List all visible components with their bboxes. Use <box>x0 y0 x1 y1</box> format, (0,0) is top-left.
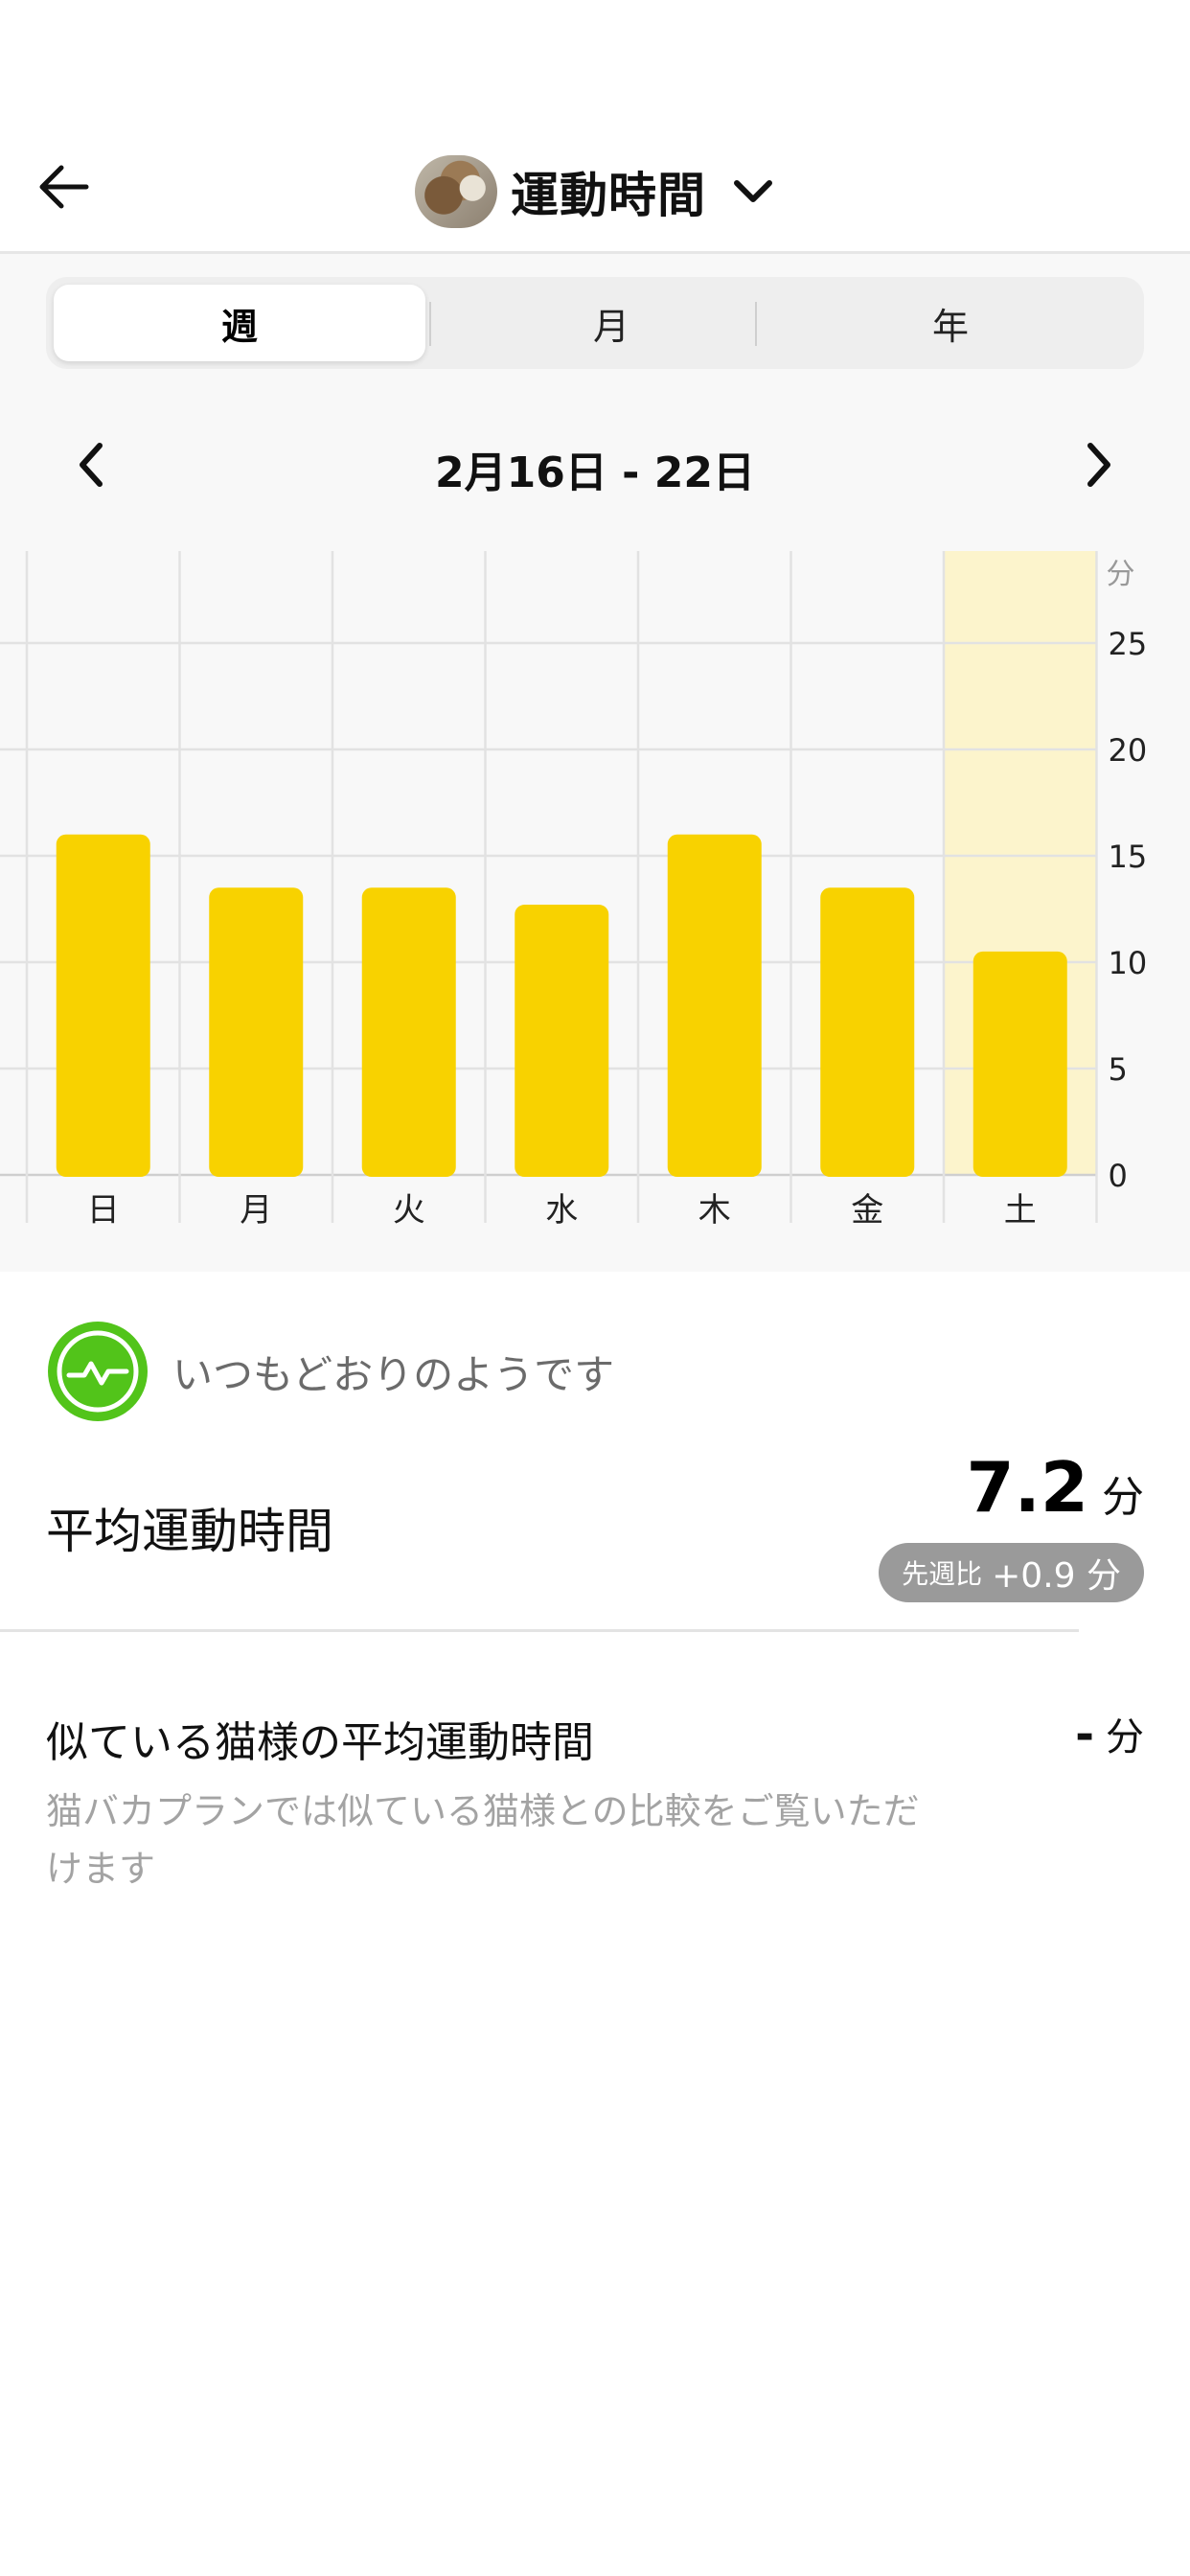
bar-1 <box>209 887 304 1177</box>
average-label: 平均運動時間 <box>46 1504 333 1559</box>
x-tick-label: 土 <box>1004 1191 1037 1230</box>
y-tick-label: 10 <box>1109 945 1148 981</box>
bar-6 <box>973 951 1067 1177</box>
similar-cats-note: 猫バカプランでは似ている猫様との比較をご覧いただけます <box>46 1790 920 1890</box>
period-segmented-control: 週 月 年 <box>46 277 1144 369</box>
y-unit-label: 分 <box>1107 558 1135 591</box>
x-tick-label: 水 <box>545 1191 578 1230</box>
tab-year[interactable]: 年 <box>757 277 1144 369</box>
cat-avatar <box>415 155 497 228</box>
bar-2 <box>361 887 456 1177</box>
average-number: 7.2 <box>966 1447 1088 1528</box>
similar-cats-value: - 分 <box>1075 1706 1144 1761</box>
similar-cats-label: 似ている猫様の平均運動時間 <box>46 1718 594 1767</box>
activity-pulse-icon <box>48 1322 148 1421</box>
x-tick-label: 木 <box>698 1191 731 1230</box>
y-tick-label: 0 <box>1109 1158 1128 1194</box>
compare-value: +0.9 分 <box>992 1556 1121 1596</box>
x-tick-label: 金 <box>851 1191 883 1230</box>
date-range-label: 2月16日 - 22日 <box>435 448 755 497</box>
x-tick-label: 日 <box>87 1191 120 1230</box>
bar-5 <box>820 887 915 1177</box>
tab-week[interactable]: 週 <box>54 285 425 361</box>
weekly-activity-chart: 日 月 火 水 木 金 土 0 5 10 15 20 25 分 <box>0 551 1148 1230</box>
status-row: いつもどおりのようです <box>46 1319 614 1424</box>
section-divider <box>0 1629 1079 1632</box>
y-tick-label: 5 <box>1109 1051 1128 1088</box>
similar-cats-unit: 分 <box>1106 1715 1144 1760</box>
title-dropdown[interactable]: 運動時間 <box>0 153 1190 230</box>
status-text: いつもどおりのようです <box>172 1350 615 1398</box>
date-navigation: 2月16日 - 22日 <box>0 426 1190 503</box>
y-tick-label: 20 <box>1109 732 1148 769</box>
x-tick-label: 火 <box>393 1191 425 1230</box>
y-tick-label: 15 <box>1109 839 1148 875</box>
x-tick-label: 月 <box>240 1191 272 1230</box>
compare-label: 先週比 <box>902 1558 983 1590</box>
header: 運動時間 <box>0 134 1190 251</box>
y-tick-label: 25 <box>1109 626 1148 662</box>
similar-cats-number: - <box>1075 1708 1094 1761</box>
compare-badge: 先週比 +0.9 分 <box>879 1543 1144 1602</box>
bar-3 <box>515 905 609 1177</box>
bar-0 <box>56 834 150 1177</box>
tab-month[interactable]: 月 <box>431 277 791 369</box>
page-title: 運動時間 <box>511 168 706 223</box>
chart-panel: 週 月 年 2月16日 - 22日 日月火水木金土 0 5 10 15 20 25 分 <box>0 254 1190 1272</box>
average-value: 7.2 分 <box>966 1447 1144 1528</box>
chevron-down-icon[interactable] <box>731 170 775 214</box>
chevron-right-icon[interactable] <box>1075 440 1121 490</box>
bar-4 <box>667 834 762 1177</box>
average-unit: 分 <box>1102 1473 1144 1522</box>
